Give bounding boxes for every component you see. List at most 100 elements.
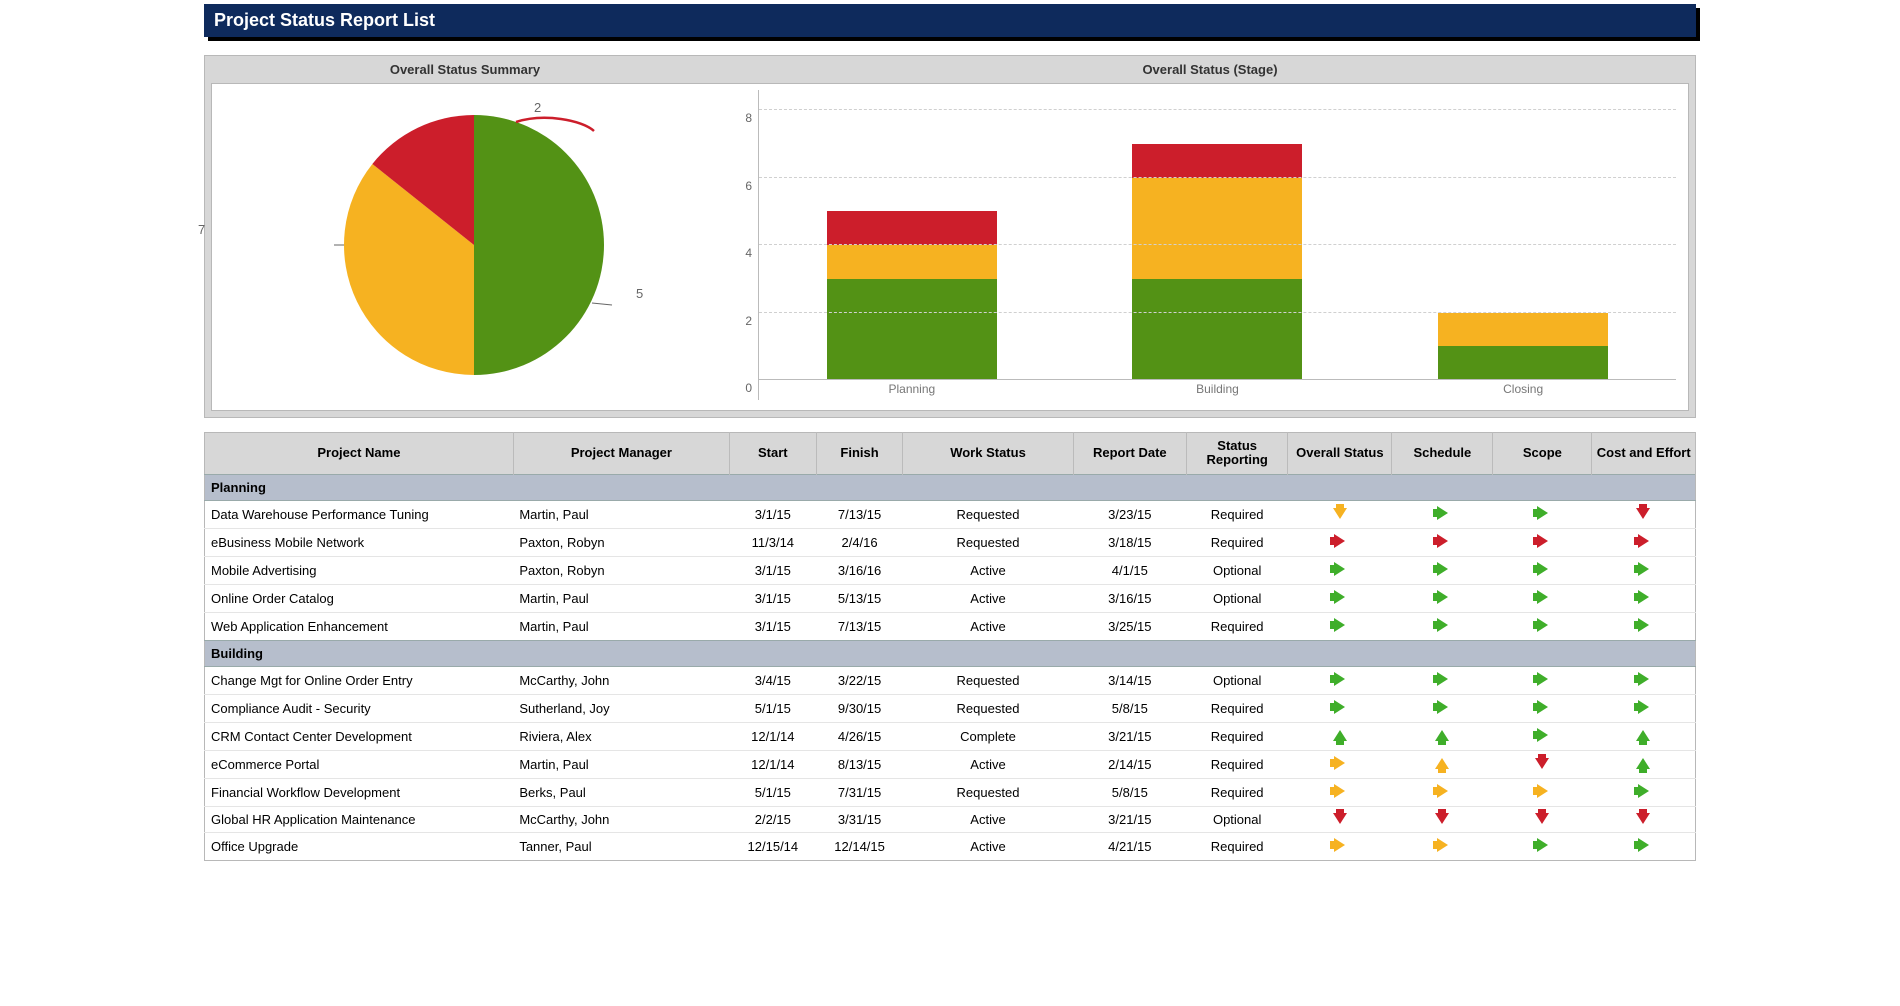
cell-work: Requested [903, 778, 1073, 806]
bar-segment-yellow [827, 245, 997, 279]
arrow-right-icon [1334, 838, 1345, 852]
arrow-right-icon [1537, 506, 1548, 520]
arrow-up-icon [1333, 730, 1347, 741]
arrow-right-icon [1638, 672, 1649, 686]
arrow-up-icon [1636, 758, 1650, 769]
arrow-right-icon [1437, 562, 1448, 576]
cell-work: Active [903, 832, 1073, 860]
arrow-right-icon [1638, 562, 1649, 576]
arrow-down-icon [1333, 813, 1347, 824]
cell-start: 12/1/14 [729, 750, 816, 778]
cell-report: 4/21/15 [1073, 832, 1187, 860]
arrow-right-icon [1437, 672, 1448, 686]
cell-report: 3/16/15 [1073, 584, 1187, 612]
table-row[interactable]: Online Order CatalogMartin, Paul3/1/155/… [205, 584, 1696, 612]
cell-start: 12/1/14 [729, 722, 816, 750]
col-header[interactable]: Start [729, 433, 816, 475]
col-header[interactable]: Project Manager [513, 433, 729, 475]
col-header[interactable]: Overall Status [1288, 433, 1392, 475]
arrow-right-icon [1437, 784, 1448, 798]
arrow-right-icon [1437, 534, 1448, 548]
arrow-right-icon [1537, 590, 1548, 604]
col-header[interactable]: Work Status [903, 433, 1073, 475]
cell-reporting: Required [1187, 778, 1288, 806]
cell-start: 3/1/15 [729, 612, 816, 640]
cell-work: Requested [903, 500, 1073, 528]
cell-name: Global HR Application Maintenance [205, 806, 514, 832]
cell-report: 3/18/15 [1073, 528, 1187, 556]
arrow-right-icon [1437, 618, 1448, 632]
cell-start: 2/2/15 [729, 806, 816, 832]
cell-start: 3/1/15 [729, 556, 816, 584]
project-table: Project NameProject ManagerStartFinishWo… [204, 432, 1696, 861]
x-label: Closing [1438, 382, 1608, 400]
cell-reporting: Required [1187, 500, 1288, 528]
table-row[interactable]: Change Mgt for Online Order EntryMcCarth… [205, 666, 1696, 694]
cell-work: Active [903, 612, 1073, 640]
cell-work: Active [903, 750, 1073, 778]
table-row[interactable]: Financial Workflow DevelopmentBerks, Pau… [205, 778, 1696, 806]
arrow-up-icon [1636, 730, 1650, 741]
cell-start: 5/1/15 [729, 694, 816, 722]
col-header[interactable]: Report Date [1073, 433, 1187, 475]
group-row[interactable]: Planning [205, 474, 1696, 500]
charts-panel: Overall Status Summary Overall Status (S… [204, 55, 1696, 418]
cell-name: Data Warehouse Performance Tuning [205, 500, 514, 528]
col-header[interactable]: Finish [816, 433, 903, 475]
cell-work: Active [903, 584, 1073, 612]
arrow-right-icon [1638, 784, 1649, 798]
arrow-right-icon [1437, 506, 1448, 520]
x-label: Building [1132, 382, 1302, 400]
cell-work: Active [903, 556, 1073, 584]
col-header[interactable]: Schedule [1392, 433, 1493, 475]
arrow-up-icon [1435, 730, 1449, 741]
cell-work: Requested [903, 666, 1073, 694]
cell-reporting: Required [1187, 612, 1288, 640]
grid-line [759, 312, 1676, 313]
table-row[interactable]: Web Application EnhancementMartin, Paul3… [205, 612, 1696, 640]
table-row[interactable]: eBusiness Mobile NetworkPaxton, Robyn11/… [205, 528, 1696, 556]
cell-name: Online Order Catalog [205, 584, 514, 612]
cell-start: 12/15/14 [729, 832, 816, 860]
chart-title-pie: Overall Status Summary [205, 56, 725, 83]
arrow-right-icon [1537, 838, 1548, 852]
cell-name: CRM Contact Center Development [205, 722, 514, 750]
arrow-right-icon [1334, 784, 1345, 798]
group-row[interactable]: Building [205, 640, 1696, 666]
grid-line [759, 109, 1676, 110]
table-row[interactable]: Office UpgradeTanner, Paul12/15/1412/14/… [205, 832, 1696, 860]
cell-reporting: Optional [1187, 666, 1288, 694]
col-header[interactable]: Status Reporting [1187, 433, 1288, 475]
table-row[interactable]: CRM Contact Center DevelopmentRiviera, A… [205, 722, 1696, 750]
cell-pm: Riviera, Alex [513, 722, 729, 750]
table-row[interactable]: Data Warehouse Performance TuningMartin,… [205, 500, 1696, 528]
table-row[interactable]: Mobile AdvertisingPaxton, Robyn3/1/153/1… [205, 556, 1696, 584]
cell-pm: Martin, Paul [513, 584, 729, 612]
cell-report: 3/23/15 [1073, 500, 1187, 528]
table-row[interactable]: Compliance Audit - SecuritySutherland, J… [205, 694, 1696, 722]
cell-reporting: Required [1187, 722, 1288, 750]
arrow-down-icon [1535, 758, 1549, 769]
y-tick: 0 [745, 381, 752, 395]
col-header[interactable]: Cost and Effort [1592, 433, 1696, 475]
cell-pm: Berks, Paul [513, 778, 729, 806]
bar-segment-green [1132, 279, 1302, 380]
table-row[interactable]: Global HR Application MaintenanceMcCarth… [205, 806, 1696, 832]
cell-report: 3/14/15 [1073, 666, 1187, 694]
cell-name: Compliance Audit - Security [205, 694, 514, 722]
y-tick: 8 [745, 111, 752, 125]
arrow-right-icon [1334, 562, 1345, 576]
table-row[interactable]: eCommerce PortalMartin, Paul12/1/148/13/… [205, 750, 1696, 778]
cell-finish: 12/14/15 [816, 832, 903, 860]
arrow-right-icon [1537, 534, 1548, 548]
chart-title-bar: Overall Status (Stage) [725, 56, 1695, 83]
cell-name: eCommerce Portal [205, 750, 514, 778]
col-header[interactable]: Project Name [205, 433, 514, 475]
arrow-right-icon [1638, 534, 1649, 548]
arrow-right-icon [1437, 838, 1448, 852]
col-header[interactable]: Scope [1493, 433, 1592, 475]
arrow-right-icon [1537, 618, 1548, 632]
cell-name: Office Upgrade [205, 832, 514, 860]
cell-finish: 2/4/16 [816, 528, 903, 556]
cell-reporting: Optional [1187, 806, 1288, 832]
